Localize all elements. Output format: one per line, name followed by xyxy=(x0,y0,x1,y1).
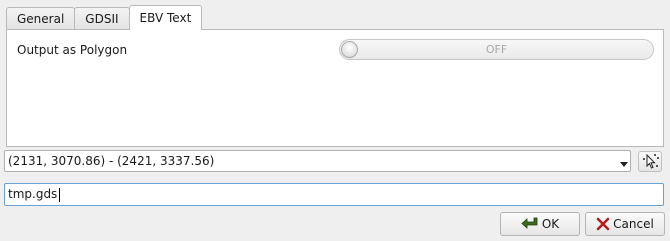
tab-panel: Output as Polygon OFF xyxy=(6,29,664,147)
region-select-value: (2131, 3070.86) - (2421, 3337.56) xyxy=(8,154,215,168)
filename-input[interactable]: tmp.gds xyxy=(4,183,664,206)
chevron-down-icon[interactable] xyxy=(620,162,628,167)
filename-input-value: tmp.gds xyxy=(8,187,58,201)
ok-button-label: OK xyxy=(541,217,560,231)
cancel-button-label: Cancel xyxy=(613,217,654,231)
output-as-polygon-label: Output as Polygon xyxy=(17,43,128,57)
output-as-polygon-toggle[interactable]: OFF xyxy=(339,39,654,60)
tab-gdsii[interactable]: GDSII xyxy=(74,7,130,30)
cursor-select-icon xyxy=(643,153,659,169)
tab-general[interactable]: General xyxy=(6,7,76,30)
tab-ebv-text[interactable]: EBV Text xyxy=(128,5,203,30)
ok-button[interactable]: OK xyxy=(500,212,580,236)
tab-bar: General GDSII EBV Text xyxy=(6,5,203,30)
pick-region-button[interactable] xyxy=(638,151,662,172)
toggle-state-label: OFF xyxy=(485,43,508,56)
ok-icon xyxy=(521,217,538,229)
text-caret xyxy=(59,188,60,202)
cancel-button[interactable]: Cancel xyxy=(585,212,665,236)
region-select[interactable]: (2131, 3070.86) - (2421, 3337.56) xyxy=(4,150,631,172)
cancel-icon xyxy=(596,217,610,231)
